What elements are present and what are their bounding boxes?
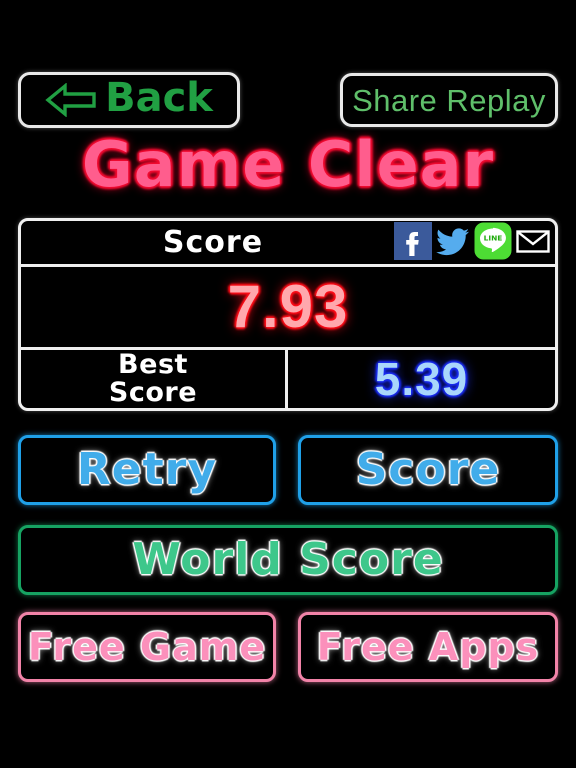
game-clear-screen: Back Share Replay Game Clear Score LINE …: [0, 0, 576, 768]
score-button-label: Score: [355, 444, 501, 495]
free-game-button[interactable]: Free Game: [18, 612, 276, 682]
score-value: 7.93: [227, 273, 349, 340]
score-button[interactable]: Score: [298, 435, 558, 505]
free-apps-button-label: Free Apps: [316, 625, 540, 669]
facebook-icon[interactable]: [394, 222, 432, 260]
world-score-button[interactable]: World Score: [18, 525, 558, 595]
best-score-row: Best Score 5.39: [21, 350, 555, 408]
retry-button-label: Retry: [76, 444, 218, 495]
best-score-label-cell: Best Score: [21, 350, 288, 408]
retry-button[interactable]: Retry: [18, 435, 276, 505]
best-score-label-line1: Best: [118, 348, 188, 380]
best-score-label-line2: Score: [108, 377, 198, 408]
best-score-value-cell: 5.39: [288, 350, 555, 408]
score-panel: Score LINE 7.93 Best Score 5.39: [18, 218, 558, 411]
back-button[interactable]: Back: [18, 72, 240, 128]
score-header-row: Score LINE: [21, 221, 555, 267]
back-button-label: Back: [105, 75, 213, 121]
score-value-row: 7.93: [21, 267, 555, 350]
free-apps-button[interactable]: Free Apps: [298, 612, 558, 682]
free-game-button-label: Free Game: [27, 625, 267, 669]
best-score-label: Best Score: [108, 348, 198, 408]
arrow-left-icon: [45, 83, 97, 117]
line-icon[interactable]: LINE: [474, 222, 512, 260]
mail-icon[interactable]: [514, 222, 552, 260]
share-replay-label: Share Replay: [352, 82, 546, 118]
share-icon-group: LINE: [394, 221, 552, 261]
best-score-value: 5.39: [374, 353, 469, 405]
twitter-icon[interactable]: [434, 222, 472, 260]
svg-text:LINE: LINE: [484, 234, 503, 243]
share-replay-button[interactable]: Share Replay: [340, 73, 558, 127]
page-title: Game Clear: [81, 128, 495, 201]
world-score-button-label: World Score: [132, 534, 444, 585]
